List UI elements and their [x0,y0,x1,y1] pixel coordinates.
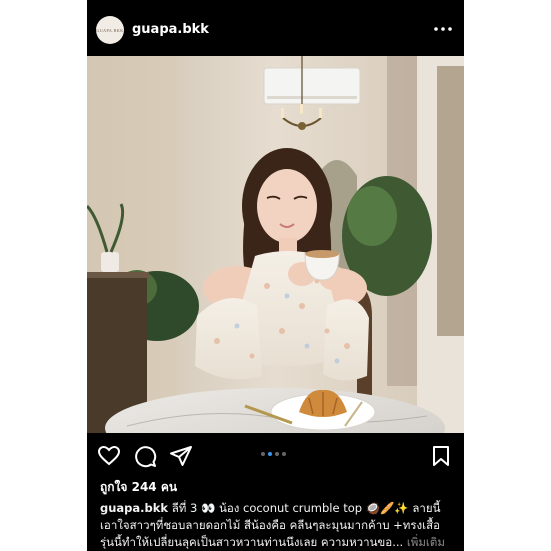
post-header: GUAPA.BKK guapa.bkk [87,0,464,56]
post-actions-bar [87,440,464,472]
carousel-dot [282,452,286,456]
caption-text-line-3: รุ่นนี้ทำให้เปลี่ยนลุคเป็นสาวหวานท่านนึง… [100,535,404,549]
more-options-icon[interactable] [432,18,454,40]
like-heart-icon[interactable] [97,444,121,468]
post-photo[interactable] [87,56,464,433]
post-caption: guapa.bkk ลีที่ 3 👀 น้อง coconut crumble… [100,500,455,551]
caption-text-line-2: เอาใจสาวๆที่ชอบลายดอกไม้ สีน้องคือ คลีนๆ… [100,518,441,532]
carousel-indicator [261,452,286,456]
save-bookmark-icon[interactable] [429,444,453,468]
caption-username[interactable]: guapa.bkk [100,501,168,515]
post-username[interactable]: guapa.bkk [132,22,209,37]
avatar[interactable]: GUAPA.BKK [96,16,124,44]
instagram-post: GUAPA.BKK guapa.bkk ถูกใจ 244 คน guapa.b… [87,0,464,551]
carousel-dot [261,452,265,456]
see-more-link[interactable]: เพิ่มเติม [407,535,445,549]
like-count[interactable]: ถูกใจ 244 คน [100,478,177,497]
avatar-logo-text: GUAPA.BKK [96,27,124,33]
share-send-icon[interactable] [169,444,193,468]
comment-icon[interactable] [133,444,157,468]
carousel-dot [268,452,272,456]
caption-text-line-1: ลีที่ 3 👀 น้อง coconut crumble top 🥥🥖✨ ล… [171,501,441,515]
carousel-dot [275,452,279,456]
